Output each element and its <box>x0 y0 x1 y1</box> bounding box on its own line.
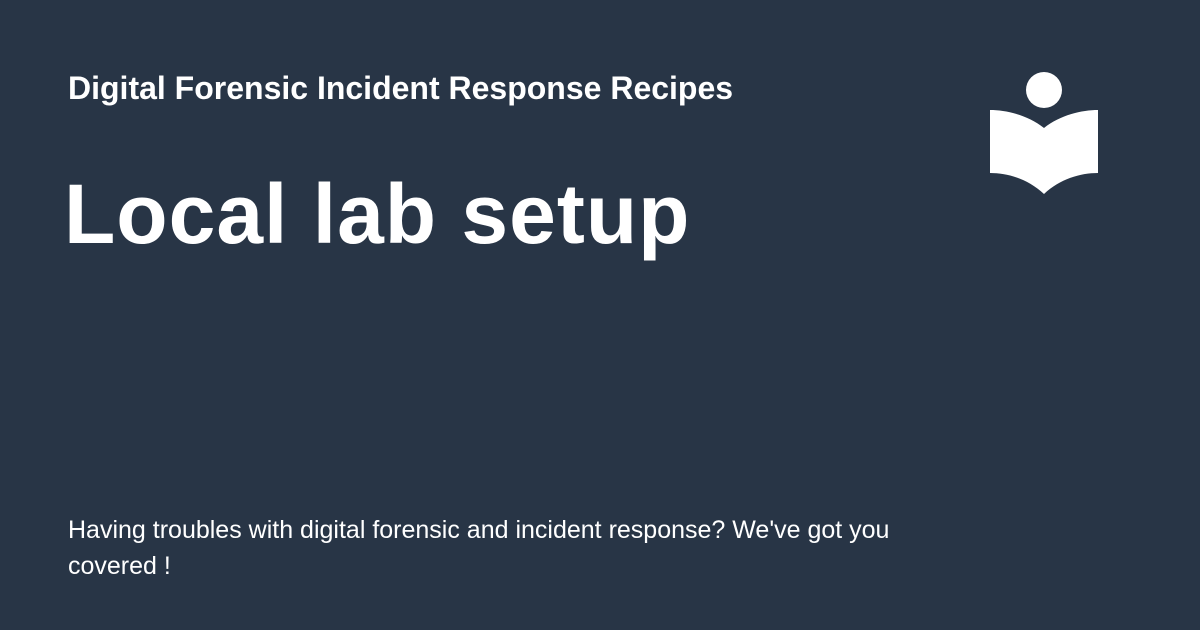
page-title: Local lab setup <box>64 167 691 261</box>
reader-book-icon <box>988 70 1100 198</box>
site-name: Digital Forensic Incident Response Recip… <box>68 70 734 106</box>
page-description: Having troubles with digital forensic an… <box>68 516 890 580</box>
social-preview-card: Digital Forensic Incident Response Recip… <box>0 0 1200 630</box>
